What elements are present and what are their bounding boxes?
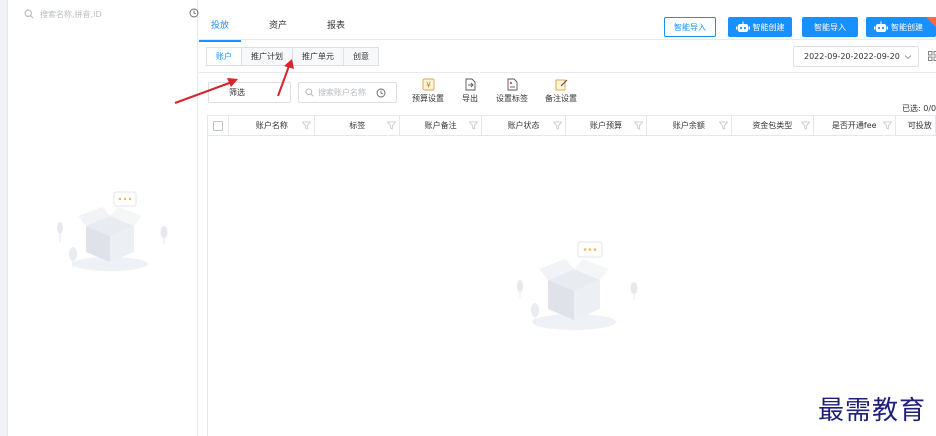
smart-import-button[interactable]: 智能导入: [802, 17, 858, 37]
filter-icon[interactable]: [553, 121, 563, 130]
sidebar-search-placeholder: 搜索名称,拼音,ID: [40, 9, 102, 19]
column-header[interactable]: 账户备注: [400, 116, 483, 135]
date-range-picker[interactable]: 2022-09-20-2022-09-20: [793, 46, 919, 67]
filter-icon[interactable]: [469, 121, 479, 130]
left-edge-strip: [0, 0, 8, 436]
budget-icon: ¥: [422, 78, 434, 91]
column-label: 可投放: [907, 121, 932, 130]
clock-icon[interactable]: [189, 8, 199, 18]
search-icon: [24, 9, 34, 19]
grid-icon[interactable]: [928, 51, 936, 61]
column-label: 账户余额: [672, 121, 705, 130]
budget-settings-button[interactable]: ¥ 预算设置: [412, 78, 444, 104]
column-label: 账户名称: [255, 121, 288, 130]
watermark-text: 最需教育: [818, 396, 927, 426]
empty-box-illustration: [517, 241, 638, 330]
column-header[interactable]: 可投放: [896, 116, 935, 135]
column-header[interactable]: 标签: [315, 116, 401, 135]
smart-import-outline-button[interactable]: 智能导入: [664, 17, 716, 37]
budget-settings-label: 预算设置: [412, 94, 444, 103]
account-search-placeholder: 搜索账户名称: [318, 88, 366, 97]
smart-import-label: 智能导入: [674, 22, 706, 32]
filter-icon[interactable]: [302, 121, 312, 130]
export-button[interactable]: 导出: [462, 78, 478, 104]
set-tags-label: 设置标签: [496, 94, 528, 103]
column-header[interactable]: 账户状态: [482, 116, 567, 135]
column-label: 是否开通fee: [831, 121, 877, 130]
set-tags-button[interactable]: 设置标签: [496, 78, 528, 104]
column-header[interactable]: 是否开通fee: [814, 116, 896, 135]
note-settings-button[interactable]: 备注设置: [545, 78, 577, 104]
select-all-checkbox[interactable]: [208, 116, 230, 135]
column-label: 标签: [349, 121, 366, 130]
filter-icon[interactable]: [882, 121, 892, 130]
selected-count: 已选: 0/0: [902, 104, 936, 113]
filter-icon[interactable]: [718, 121, 728, 130]
robot-icon: [735, 21, 750, 32]
filter-icon[interactable]: [633, 121, 643, 130]
subtab-creative[interactable]: 创意: [344, 48, 378, 65]
red-arrow-annotation: [174, 78, 238, 104]
new-badge-icon: [926, 17, 936, 27]
smart-create-button-2[interactable]: 智能创建: [866, 17, 936, 37]
export-icon: [465, 78, 475, 91]
date-range-value: 2022-09-20-2022-09-20: [804, 52, 900, 61]
chevron-down-icon: [904, 55, 912, 60]
subtab-adgroup[interactable]: 推广单元: [293, 48, 344, 65]
tag-icon: [507, 78, 517, 91]
note-settings-label: 备注设置: [545, 94, 577, 103]
smart-create-button[interactable]: 智能创建: [728, 17, 792, 37]
sidebar-search-input[interactable]: 搜索名称,拼音,ID: [24, 7, 184, 21]
tab-delivery[interactable]: 投放: [198, 18, 242, 42]
table-header: 账户名称 标签 账户备注 账户状态 账户预算 账户余额 资金包类型 是否开通fe…: [207, 115, 936, 136]
top-divider: [199, 39, 936, 40]
red-arrow-annotation: [277, 59, 294, 97]
edit-icon: [555, 79, 567, 91]
column-label: 账户预算: [590, 121, 622, 130]
column-label: 账户备注: [424, 121, 457, 130]
account-search-input[interactable]: 搜索账户名称: [298, 82, 397, 103]
smart-import-solid-label: 智能导入: [814, 22, 846, 32]
column-header[interactable]: 账户名称: [229, 116, 316, 135]
column-label: 资金包类型: [752, 121, 793, 130]
robot-icon: [874, 21, 888, 32]
sub-divider: [199, 72, 936, 73]
empty-box-illustration: [57, 191, 168, 271]
tab-reports[interactable]: 报表: [327, 18, 345, 36]
column-header[interactable]: 账户余额: [647, 116, 732, 135]
svg-text:¥: ¥: [425, 81, 430, 90]
subtab-account[interactable]: 账户: [207, 48, 242, 65]
search-icon: [305, 88, 314, 97]
filter-icon[interactable]: [800, 121, 810, 130]
tab-assets[interactable]: 资产: [269, 18, 287, 36]
column-header[interactable]: 资金包类型: [732, 116, 814, 135]
clock-icon[interactable]: [376, 88, 386, 98]
filter-icon[interactable]: [387, 121, 397, 130]
column-label: 账户状态: [507, 121, 540, 130]
smart-create-label-2: 智能创建: [891, 22, 923, 32]
column-header[interactable]: 账户预算: [566, 116, 647, 135]
top-tabs: 投放 资产 报表: [198, 18, 385, 42]
smart-create-label: 智能创建: [752, 22, 785, 32]
account-sidebar: 搜索名称,拼音,ID: [8, 0, 199, 436]
export-label: 导出: [462, 94, 478, 103]
main-panel: 投放 资产 报表 智能导入 智能创建 智能导入 智能创建 账户 推广计划 推广单…: [198, 0, 936, 436]
